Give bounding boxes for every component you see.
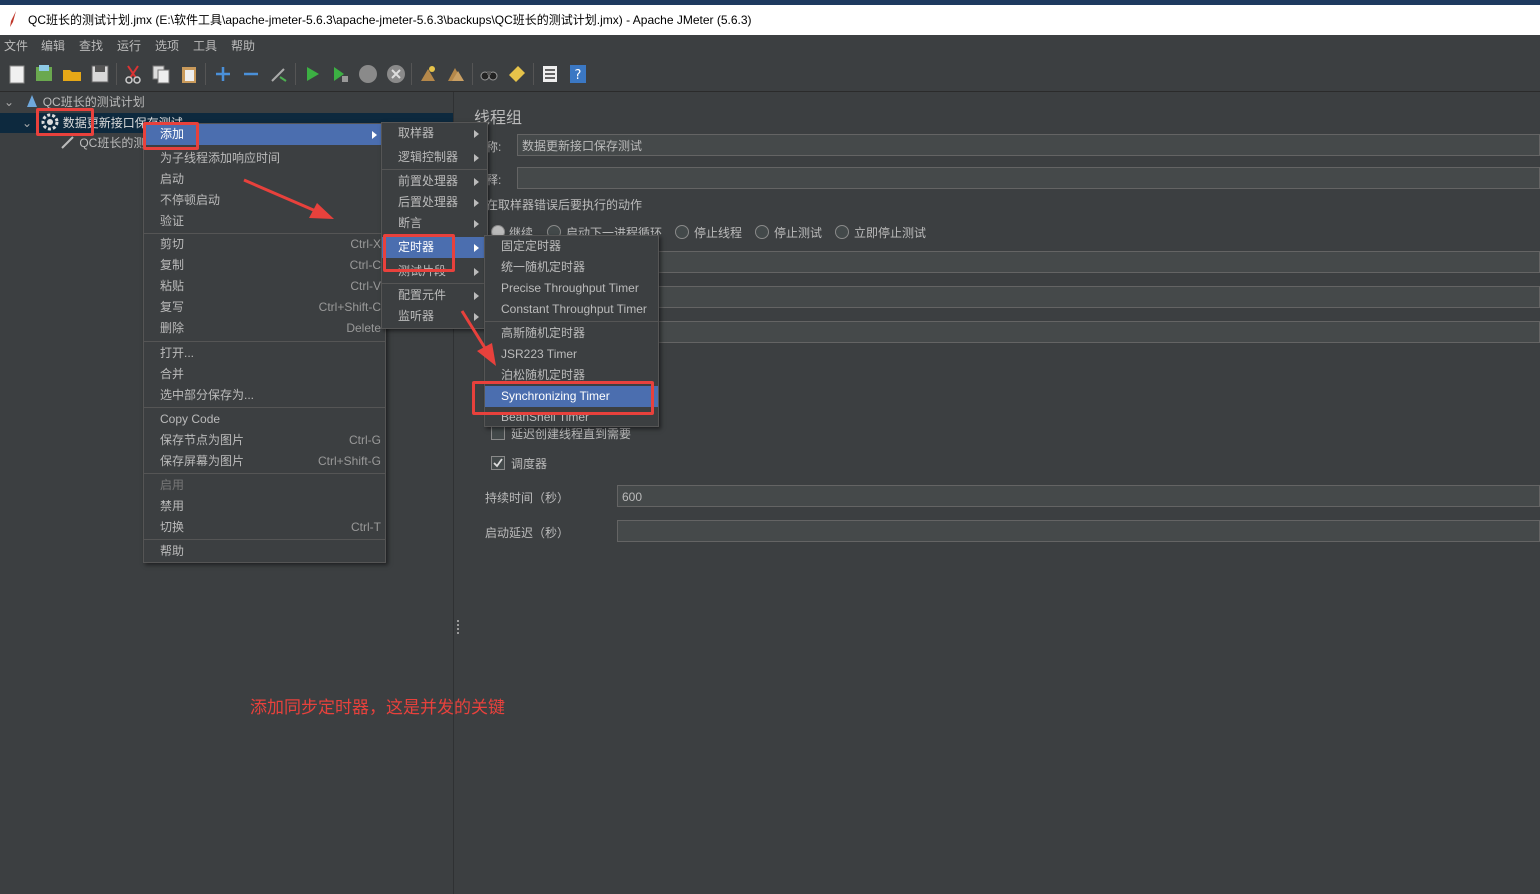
arrow-to-timer-icon: [243, 178, 334, 219]
arrow-to-synchronizing-timer-icon: [460, 310, 496, 366]
annotation-text: 添加同步定时器，这是并发的关键: [250, 698, 505, 717]
annotation-arrows: [243, 178, 496, 366]
